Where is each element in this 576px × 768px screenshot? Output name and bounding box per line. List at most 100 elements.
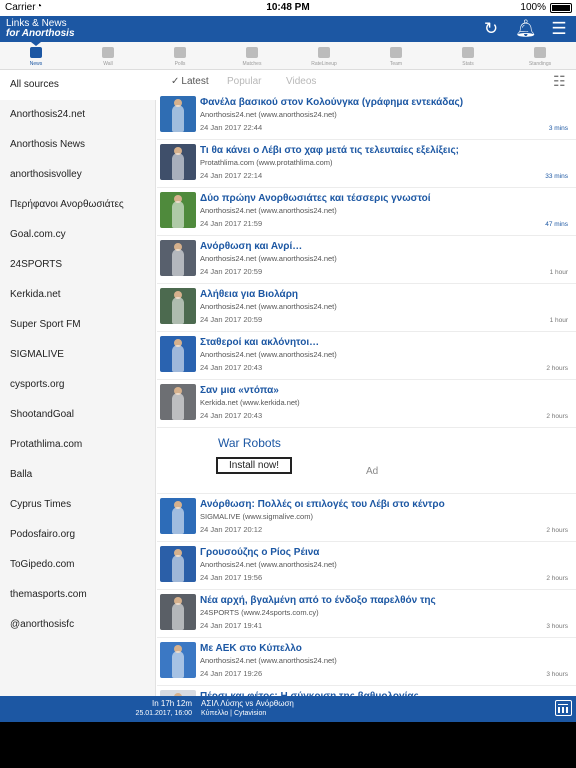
ad-label: Ad [366, 466, 379, 477]
news-source: Anorthosis24.net (www.anorthosis24.net) [200, 302, 337, 311]
sidebar-item-kerkida[interactable]: Kerkida.net [0, 280, 156, 310]
news-age: 2 hours [546, 365, 568, 372]
sidebar-item-protathlima[interactable]: Protathlima.com [0, 430, 156, 460]
news-thumbnail [160, 498, 196, 534]
tab-team[interactable]: Team [360, 42, 432, 70]
stats-icon [462, 47, 474, 58]
news-date: 24 Jan 2017 20:43 [200, 363, 263, 372]
refresh-icon[interactable]: ↻ [481, 19, 501, 39]
news-thumbnail [160, 96, 196, 132]
checkmark-icon: ✓ [171, 76, 180, 87]
news-headline[interactable]: Σταθεροί και ακλόνητοι… [200, 337, 570, 348]
news-thumbnail [160, 642, 196, 678]
menu-icon[interactable]: ☰ [549, 19, 569, 39]
app-window: Carrier ◔ 10:48 PM 100% Links & News for… [0, 0, 576, 722]
news-row[interactable]: Γρουσούζης ο Ρίος Ρέινα Anorthosis24.net … [157, 542, 576, 590]
sidebar-item-themasports[interactable]: themasports.com [0, 580, 156, 610]
news-row[interactable]: Αλήθεια για Βιολάρη Anorthosis24.net (www… [157, 284, 576, 332]
news-date: 24 Jan 2017 22:14 [200, 171, 263, 180]
tab-matches[interactable]: Matches [216, 42, 288, 70]
news-source: Anorthosis24.net (www.anorthosis24.net) [200, 110, 337, 119]
filter-latest[interactable]: ✓ Latest [171, 76, 209, 87]
standings-icon [534, 47, 546, 58]
bell-icon[interactable]: 🔔︎ [515, 19, 537, 39]
sidebar-item-cysports[interactable]: cysports.org [0, 370, 156, 400]
news-row[interactable]: Ανόρθωση: Πολλές οι επιλογές του Λέβι στ… [157, 494, 576, 542]
news-age: 2 hours [546, 527, 568, 534]
sidebar-item-all-sources[interactable]: All sources [0, 70, 156, 100]
news-headline[interactable]: Σαν μια «ντόπα» [200, 385, 570, 396]
tab-ratelineup[interactable]: RateLineup [288, 42, 360, 70]
ad-banner[interactable]: War Robots Install now! Ad [157, 428, 576, 494]
sidebar-item-sigmalive[interactable]: SIGMALIVE [0, 340, 156, 370]
news-source: Kerkida.net (www.kerkida.net) [200, 398, 300, 407]
news-date: 24 Jan 2017 19:26 [200, 669, 263, 678]
news-headline[interactable]: Ανόρθωση: Πολλές οι επιλογές του Λέβι στ… [200, 499, 570, 510]
news-row[interactable]: Με ΑΕΚ στο Κύπελλο Anorthosis24.net (www.… [157, 638, 576, 686]
sidebar-item-anorthosisfc[interactable]: @anorthosisfc [0, 610, 156, 640]
nav-bar: Links & News for Anorthosis ↻ 🔔︎ ☰ [0, 16, 576, 42]
sidebar-item-anorthosis-news[interactable]: Anorthosis News [0, 130, 156, 160]
news-headline[interactable]: Με ΑΕΚ στο Κύπελλο [200, 643, 570, 654]
next-match-bar[interactable]: In 17h 12m 25.01.2017, 16:00 ΑΣΙΛ Λύσης … [0, 696, 576, 722]
tab-bar: News Wall Polls Matches RateLineup Team … [0, 42, 576, 70]
sidebar-item-anorthosis24[interactable]: Anorthosis24.net [0, 100, 156, 130]
match-competition: Κύπελλο | Cytavision [201, 710, 267, 717]
calendar-icon[interactable] [555, 700, 572, 716]
sidebar-item-24sports[interactable]: 24SPORTS [0, 250, 156, 280]
news-source: Anorthosis24.net (www.anorthosis24.net) [200, 656, 337, 665]
battery-icon [550, 3, 572, 13]
ratelineup-icon [318, 47, 330, 58]
sidebar-item-anorthosisvolley[interactable]: anorthosisvolley [0, 160, 156, 190]
news-source: Anorthosis24.net (www.anorthosis24.net) [200, 254, 337, 263]
tab-polls[interactable]: Polls [144, 42, 216, 70]
news-row[interactable]: Πέρσι και φέτος: Η σύγκριση της βαθμολογ… [157, 686, 576, 696]
news-headline[interactable]: Γρουσούζης ο Ρίος Ρέινα [200, 547, 570, 558]
news-thumbnail [160, 144, 196, 180]
sidebar-item-cyprus-times[interactable]: Cyprus Times [0, 490, 156, 520]
news-headline[interactable]: Ανόρθωση και Ανρί… [200, 241, 570, 252]
news-feed: Φανέλα βασικού στον Κολούνγκα (γράφημα ε… [157, 92, 576, 696]
news-date: 24 Jan 2017 20:12 [200, 525, 263, 534]
news-thumbnail [160, 594, 196, 630]
news-row[interactable]: Σαν μια «ντόπα» Kerkida.net (www.kerkida.… [157, 380, 576, 428]
news-row[interactable]: Δύο πρώην Ανορθωσιάτες και τέσσερις γνωσ… [157, 188, 576, 236]
filter-videos[interactable]: Videos [286, 76, 316, 87]
news-row[interactable]: Σταθεροί και ακλόνητοι… Anorthosis24.net … [157, 332, 576, 380]
news-row[interactable]: Νέα αρχή, βγαλμένη από το ένδοξο παρελθό… [157, 590, 576, 638]
news-source: Protathlima.com (www.protathlima.com) [200, 158, 333, 167]
tab-standings[interactable]: Standings [504, 42, 576, 70]
source-sidebar: All sources Anorthosis24.net Anorthosis … [0, 70, 156, 696]
tab-stats[interactable]: Stats [432, 42, 504, 70]
sidebar-item-balla[interactable]: Balla [0, 460, 156, 490]
news-age: 47 mins [545, 221, 568, 228]
ad-install-button[interactable]: Install now! [216, 457, 292, 474]
news-age: 33 mins [545, 173, 568, 180]
news-age: 3 hours [546, 623, 568, 630]
news-headline[interactable]: Αλήθεια για Βιολάρη [200, 289, 570, 300]
sidebar-item-togipedo[interactable]: ToGipedo.com [0, 550, 156, 580]
sidebar-item-perifanoi[interactable]: Περήφανοι Ανορθωσιάτες [0, 190, 156, 220]
filter-popular[interactable]: Popular [227, 76, 261, 87]
news-headline[interactable]: Φανέλα βασικού στον Κολούνγκα (γράφημα ε… [200, 97, 570, 108]
sidebar-item-podosfairo[interactable]: Podosfairo.org [0, 520, 156, 550]
sidebar-item-super-sport-fm[interactable]: Super Sport FM [0, 310, 156, 340]
sidebar-item-shootandgoal[interactable]: ShootandGoal [0, 400, 156, 430]
news-source: 24SPORTS (www.24sports.com.cy) [200, 608, 319, 617]
feed-filters: ✓ Latest Popular Videos ☷ [157, 70, 576, 92]
news-row[interactable]: Ανόρθωση και Ανρί… Anorthosis24.net (www.… [157, 236, 576, 284]
ad-title[interactable]: War Robots [218, 436, 281, 450]
sidebar-item-goal[interactable]: Goal.com.cy [0, 220, 156, 250]
tab-news[interactable]: News [0, 42, 72, 70]
tab-wall[interactable]: Wall [72, 42, 144, 70]
news-source: Anorthosis24.net (www.anorthosis24.net) [200, 560, 337, 569]
news-headline[interactable]: Τι θα κάνει ο Λέβι στο χαφ μετά τις τελε… [200, 145, 570, 156]
filter-settings-icon[interactable]: ☷ [553, 73, 566, 90]
match-countdown: In 17h 12m [151, 699, 192, 708]
news-date: 24 Jan 2017 19:56 [200, 573, 263, 582]
news-headline[interactable]: Δύο πρώην Ανορθωσιάτες και τέσσερις γνωσ… [200, 193, 570, 204]
news-headline[interactable]: Νέα αρχή, βγαλμένη από το ένδοξο παρελθό… [200, 595, 570, 606]
news-row[interactable]: Φανέλα βασικού στον Κολούνγκα (γράφημα ε… [157, 92, 576, 140]
news-thumbnail [160, 288, 196, 324]
news-row[interactable]: Τι θα κάνει ο Λέβι στο χαφ μετά τις τελε… [157, 140, 576, 188]
